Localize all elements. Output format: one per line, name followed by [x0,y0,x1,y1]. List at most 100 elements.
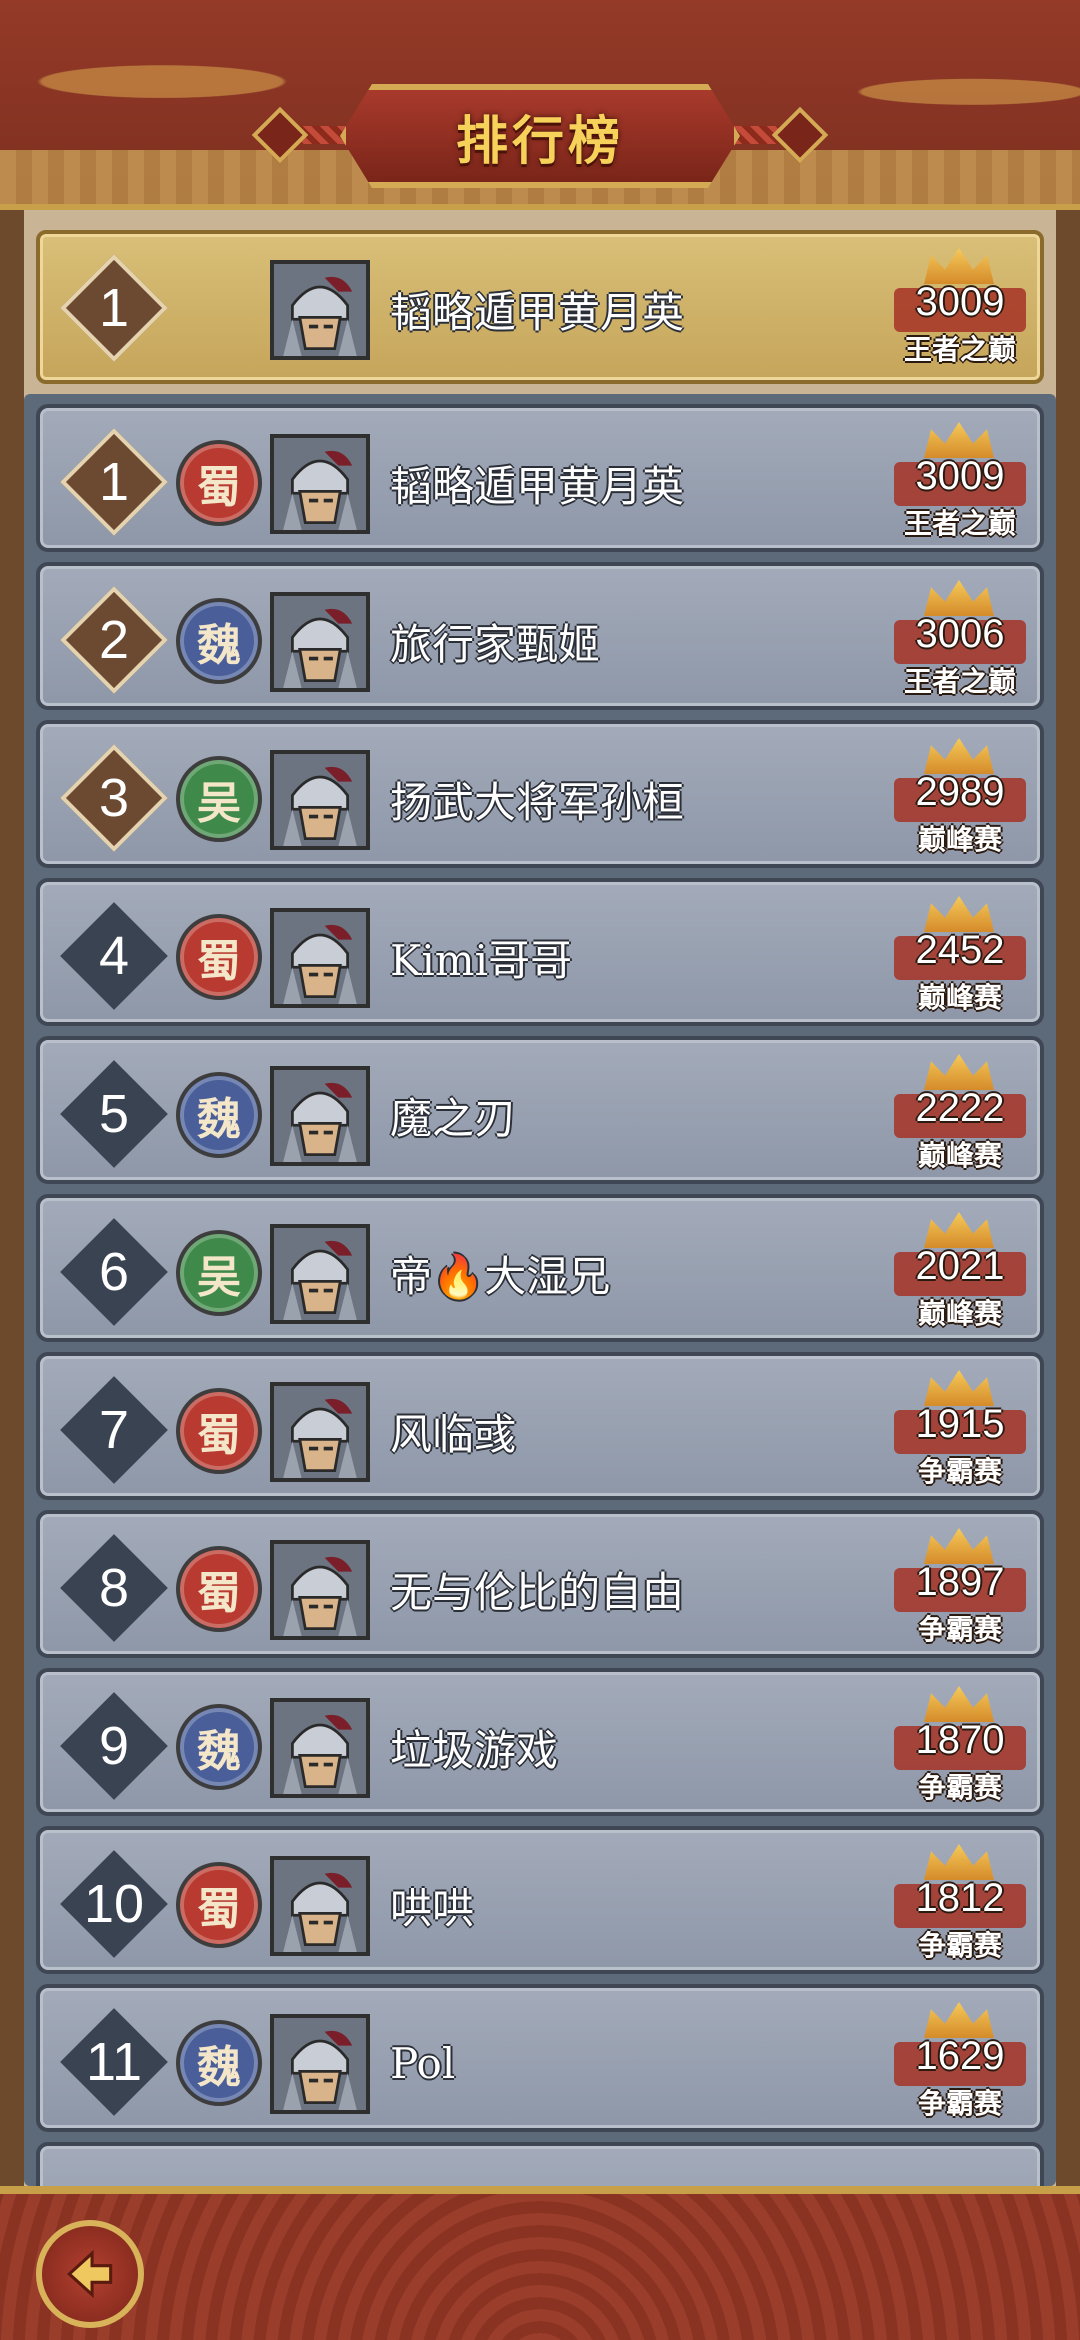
player-name: Pol [390,2038,456,2088]
rank-number: 2 [98,610,130,670]
helmet-warrior-avatar-icon [274,596,366,688]
player-name: 垃圾游戏 [390,1725,559,1775]
score-badge: 2989 巅峰赛 [890,738,1030,862]
faction-badge: 蜀 [176,1388,262,1474]
faction-badge: 吴 [176,1230,262,1316]
score-badge: 1870 争霸赛 [890,1686,1030,1810]
crown-icon [924,1686,994,1722]
faction-badge: 魏 [176,598,262,684]
player-name: 帝🔥大湿兄 [390,1251,611,1301]
tier-label: 王者之巅 [903,333,1016,366]
self-rank-card: 1 韬略遁甲黄月英 3009 王者之巅 [36,230,1044,384]
faction-badge: 魏 [176,2020,262,2106]
crown-icon [924,1212,994,1248]
avatar[interactable] [270,2014,370,2114]
faction-badge: 蜀 [176,1862,262,1948]
score-badge: 3006 王者之巅 [890,580,1030,704]
helmet-warrior-avatar-icon [274,264,366,356]
avatar[interactable] [270,1698,370,1798]
avatar[interactable] [270,434,370,534]
list-item[interactable]: 9 魏 垃圾游戏 1870 争霸赛 [36,1668,1044,1816]
avatar[interactable] [270,1382,370,1482]
back-arrow-icon [67,2249,113,2299]
score-badge: 1812 争霸赛 [890,1844,1030,1968]
crown-icon [924,2002,994,2038]
helmet-warrior-avatar-icon [274,1544,366,1636]
rank-number: 1 [98,452,130,512]
list-item[interactable]: 8 蜀 无与伦比的自由 1897 争霸赛 [36,1510,1044,1658]
rank-number: 6 [98,1242,130,1302]
avatar[interactable] [270,1540,370,1640]
title-plate: 排行榜 [340,84,740,188]
list-item[interactable]: 10 蜀 哄哄 1812 争霸赛 [36,1826,1044,1974]
score-value: 2452 [915,928,1005,972]
list-item[interactable]: 7 蜀 风临彧 1915 争霸赛 [36,1352,1044,1500]
rank-badge: 4 [60,902,168,1010]
list-item[interactable]: 11 魏 Pol 1629 争霸赛 [36,1984,1044,2132]
rank-number: 7 [98,1400,130,1460]
avatar[interactable] [270,1066,370,1166]
helmet-warrior-avatar-icon [274,1070,366,1162]
score-badge: 2021 巅峰赛 [890,1212,1030,1336]
tier-label: 争霸赛 [917,2087,1002,2120]
list-item[interactable]: 2 魏 旅行家甄姬 3006 王者之巅 [36,562,1044,710]
player-name: 韬略遁甲黄月英 [390,287,685,337]
rank-number: 4 [98,926,130,986]
score-value: 3009 [915,280,1005,324]
helmet-warrior-avatar-icon [274,2018,366,2110]
player-name: 无与伦比的自由 [390,1567,685,1617]
tier-label: 王者之巅 [903,507,1016,540]
score-value: 2021 [915,1244,1005,1288]
avatar[interactable] [270,1856,370,1956]
tier-label: 巅峰赛 [917,981,1002,1014]
tier-label: 王者之巅 [903,665,1016,698]
avatar[interactable] [270,1224,370,1324]
player-name: Kimi哥哥 [390,935,573,985]
score-badge: 1915 争霸赛 [890,1370,1030,1494]
footer-bar [0,2186,1080,2340]
helmet-warrior-avatar-icon [274,1702,366,1794]
rank-badge: 5 [60,1060,168,1168]
rank-badge: 7 [60,1376,168,1484]
tier-label: 巅峰赛 [917,823,1002,856]
avatar[interactable] [270,260,370,360]
rank-badge: 2 [60,586,168,694]
crown-icon [924,1054,994,1090]
back-button[interactable] [36,2220,144,2328]
rank-number: 3 [98,768,130,828]
list-item[interactable]: 5 魏 魔之刃 2222 巅峰赛 [36,1036,1044,1184]
score-badge: 2452 巅峰赛 [890,896,1030,1020]
avatar[interactable] [270,592,370,692]
score-value: 1812 [915,1876,1005,1920]
rank-number: 10 [83,1874,145,1934]
score-value: 3006 [915,612,1005,656]
helmet-warrior-avatar-icon [274,912,366,1004]
score-badge: 3009 王者之巅 [890,248,1030,372]
rank-number: 5 [98,1084,130,1144]
list-item[interactable]: 4 蜀 Kimi哥哥 2452 巅峰赛 [36,878,1044,1026]
avatar[interactable] [270,908,370,1008]
page-title: 排行榜 [455,110,624,172]
score-value: 3009 [915,454,1005,498]
score-badge: 1897 争霸赛 [890,1528,1030,1652]
rank-number: 9 [98,1716,130,1776]
crown-icon [924,896,994,932]
helmet-warrior-avatar-icon [274,1386,366,1478]
score-value: 1629 [915,2034,1005,2078]
player-name: 旅行家甄姬 [390,619,601,669]
rank-badge: 6 [60,1218,168,1326]
score-value: 1870 [915,1718,1005,1762]
avatar[interactable] [270,750,370,850]
score-value: 1897 [915,1560,1005,1604]
list-item[interactable]: 1 蜀 韬略遁甲黄月英 3009 王者之巅 [36,404,1044,552]
list-item[interactable]: 3 吴 扬武大将军孙桓 2989 巅峰赛 [36,720,1044,868]
rank-badge: 1 [60,428,168,536]
score-badge: 2222 巅峰赛 [890,1054,1030,1178]
crown-icon [924,738,994,774]
tier-label: 巅峰赛 [917,1139,1002,1172]
crown-icon [924,1528,994,1564]
helmet-warrior-avatar-icon [274,1228,366,1320]
rank-number: 8 [98,1558,130,1618]
list-item[interactable]: 6 吴 帝🔥大湿兄 2021 巅峰赛 [36,1194,1044,1342]
faction-badge: 蜀 [176,1546,262,1632]
